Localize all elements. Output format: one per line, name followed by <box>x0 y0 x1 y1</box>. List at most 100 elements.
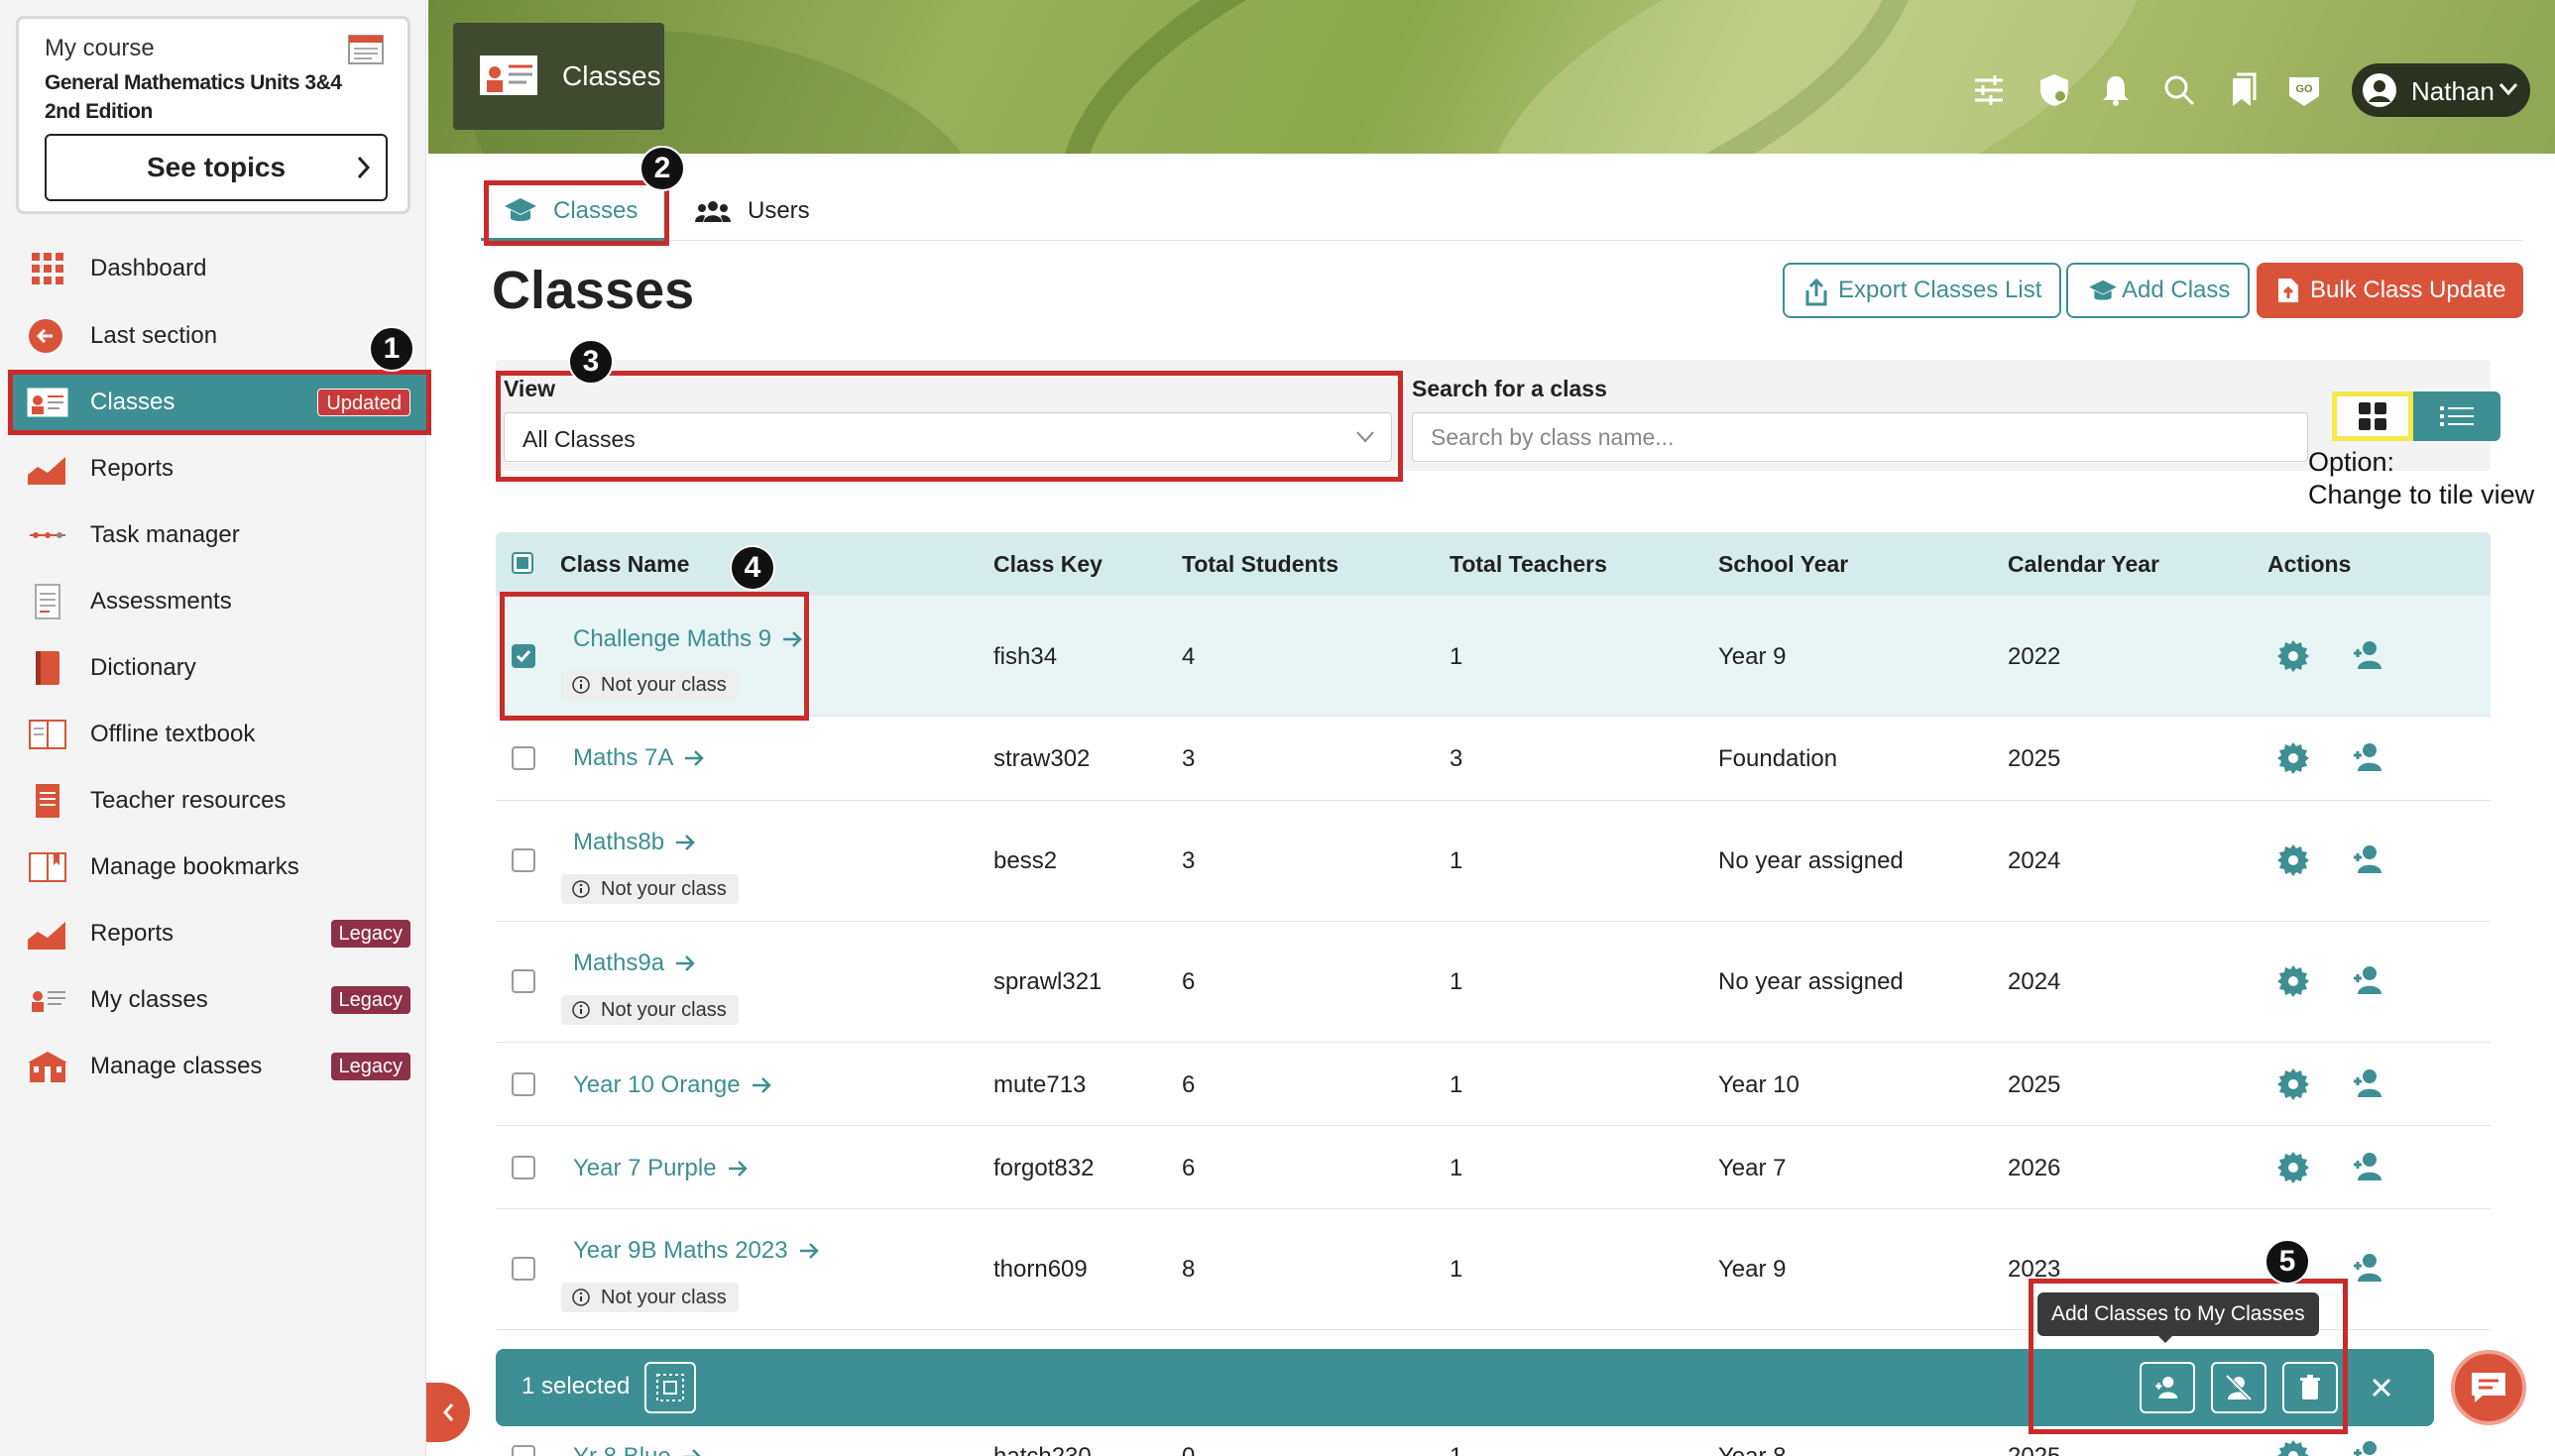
arrow-right-icon <box>674 833 696 852</box>
gear-icon[interactable] <box>2276 1067 2310 1101</box>
row-checkbox[interactable] <box>512 1257 535 1281</box>
bell-icon[interactable] <box>2098 72 2134 108</box>
column-header[interactable]: Total Teachers <box>1450 551 1607 578</box>
class-name: Year 9B Maths 2023 <box>573 1237 788 1264</box>
sidebar-item-teacher-resources[interactable]: Teacher resources <box>10 772 426 830</box>
sidebar-item-task-manager[interactable]: Task manager <box>10 506 426 564</box>
annotation-box <box>484 180 669 246</box>
column-header[interactable]: Class Key <box>993 551 1103 578</box>
column-header[interactable]: Class Name <box>560 551 689 578</box>
add-user-icon[interactable] <box>2350 1151 2387 1182</box>
row-checkbox[interactable] <box>512 1156 535 1179</box>
column-header[interactable]: Calendar Year <box>2008 551 2159 578</box>
row-checkbox[interactable] <box>512 969 535 993</box>
add-user-icon[interactable] <box>2350 1439 2387 1456</box>
sliders-icon[interactable] <box>1971 72 2007 108</box>
class-name-link[interactable]: Year 9B Maths 2023 <box>573 1237 820 1265</box>
school-year: No year assigned <box>1718 847 1904 874</box>
column-header[interactable]: Total Students <box>1182 551 1338 578</box>
go-badge-icon[interactable]: GO <box>2286 72 2322 108</box>
sidebar-item-label: Dashboard <box>90 255 207 281</box>
add-user-icon[interactable] <box>2350 964 2387 996</box>
add-user-icon[interactable] <box>2350 843 2387 875</box>
column-header[interactable]: School Year <box>1718 551 1848 578</box>
sidebar-item-label: Offline textbook <box>90 721 256 747</box>
row-checkbox[interactable] <box>512 1072 535 1096</box>
see-topics-button[interactable]: See topics <box>45 134 388 201</box>
class-name-link[interactable]: Year 7 Purple <box>573 1155 749 1182</box>
sidebar-item-assessments[interactable]: Assessments <box>10 573 426 630</box>
user-menu-button[interactable]: Nathan <box>2352 63 2530 117</box>
sidebar-item-my-classes[interactable]: My classes Legacy <box>10 971 426 1029</box>
row-checkbox[interactable] <box>512 848 535 872</box>
class-name-link[interactable]: Maths9a <box>573 950 696 977</box>
class-name: Year 10 Orange <box>573 1071 741 1098</box>
list-icon <box>2440 404 2474 428</box>
sidebar-item-label: Reports <box>90 920 174 947</box>
chat-button[interactable] <box>2451 1350 2526 1425</box>
gear-icon[interactable] <box>2276 964 2310 998</box>
add-class-button[interactable]: Add Class <box>2066 263 2251 318</box>
not-your-class-badge: Not your class <box>561 1283 739 1312</box>
select-all-checkbox[interactable] <box>512 552 533 574</box>
tab-users[interactable]: Users <box>694 188 810 234</box>
total-students: 6 <box>1182 1071 1196 1098</box>
search-icon[interactable] <box>2161 72 2197 108</box>
task-icon <box>26 517 69 553</box>
school-year: Year 8 <box>1718 1443 1787 1456</box>
select-all-button[interactable] <box>644 1362 696 1413</box>
add-user-icon[interactable] <box>2350 741 2387 773</box>
tab-label: Users <box>748 197 810 224</box>
class-name-link[interactable]: Yr 8 Blue <box>573 1443 703 1456</box>
not-your-class-text: Not your class <box>601 1287 727 1308</box>
sidebar-item-label: Teacher resources <box>90 787 287 814</box>
export-icon <box>1804 279 1828 306</box>
list-view-toggle[interactable] <box>2413 392 2500 441</box>
search-input[interactable] <box>1412 412 2308 462</box>
user-name: Nathan <box>2411 76 2495 106</box>
sidebar-item-manage-classes[interactable]: Manage classes Legacy <box>10 1038 426 1095</box>
tile-view-toggle[interactable] <box>2332 392 2413 441</box>
class-name: Maths 7A <box>573 744 674 771</box>
sidebar-item-label: My classes <box>90 986 208 1013</box>
total-students: 4 <box>1182 643 1196 670</box>
gear-icon[interactable] <box>2276 843 2310 877</box>
chart-icon <box>26 451 69 487</box>
table-row: Maths 7A straw302 3 3 Foundation 2025 <box>496 717 2491 801</box>
total-teachers: 1 <box>1450 1071 1463 1098</box>
search-label: Search for a class <box>1412 376 1607 401</box>
collapse-sidebar-button[interactable] <box>426 1383 470 1442</box>
class-name-link[interactable]: Maths 7A <box>573 744 705 772</box>
school-year: No year assigned <box>1718 968 1904 995</box>
sidebar-item-offline-textbook[interactable]: Offline textbook <box>10 706 426 763</box>
grid-icon <box>26 251 69 286</box>
sidebar-item-dictionary[interactable]: Dictionary <box>10 639 426 697</box>
sidebar-item-reports[interactable]: Reports <box>10 440 426 498</box>
gear-icon[interactable] <box>2276 639 2310 673</box>
bookmarks-icon[interactable] <box>2225 72 2261 108</box>
class-name-link[interactable]: Maths8b <box>573 829 696 856</box>
legacy-badge: Legacy <box>330 1053 410 1080</box>
user-avatar-icon <box>2362 72 2397 108</box>
export-classes-button[interactable]: Export Classes List <box>1783 263 2062 318</box>
sidebar-item-dashboard[interactable]: Dashboard <box>10 240 426 297</box>
add-user-icon[interactable] <box>2350 639 2387 671</box>
row-checkbox[interactable] <box>512 1445 535 1456</box>
class-name-link[interactable]: Year 10 Orange <box>573 1071 772 1099</box>
row-checkbox[interactable] <box>512 746 535 770</box>
select-all-icon <box>655 1373 685 1402</box>
sidebar-item-manage-bookmarks[interactable]: Manage bookmarks <box>10 839 426 896</box>
sidebar-item-last-section[interactable]: Last section <box>10 307 426 365</box>
gear-icon[interactable] <box>2276 1439 2310 1456</box>
gear-icon[interactable] <box>2276 741 2310 775</box>
close-icon[interactable] <box>2370 1376 2393 1400</box>
table-row: Year 10 Orange mute713 6 1 Year 10 2025 <box>496 1043 2491 1126</box>
shield-gear-icon[interactable] <box>2036 72 2072 108</box>
gear-icon[interactable] <box>2276 1151 2310 1184</box>
class-name: Maths8b <box>573 829 665 855</box>
table-row: Maths9a Not your class sprawl321 6 1 No … <box>496 922 2491 1043</box>
add-user-icon[interactable] <box>2350 1252 2387 1284</box>
bulk-class-update-button[interactable]: Bulk Class Update <box>2257 263 2524 318</box>
add-user-icon[interactable] <box>2350 1067 2387 1099</box>
sidebar-item-reports-legacy[interactable]: Reports Legacy <box>10 905 426 962</box>
